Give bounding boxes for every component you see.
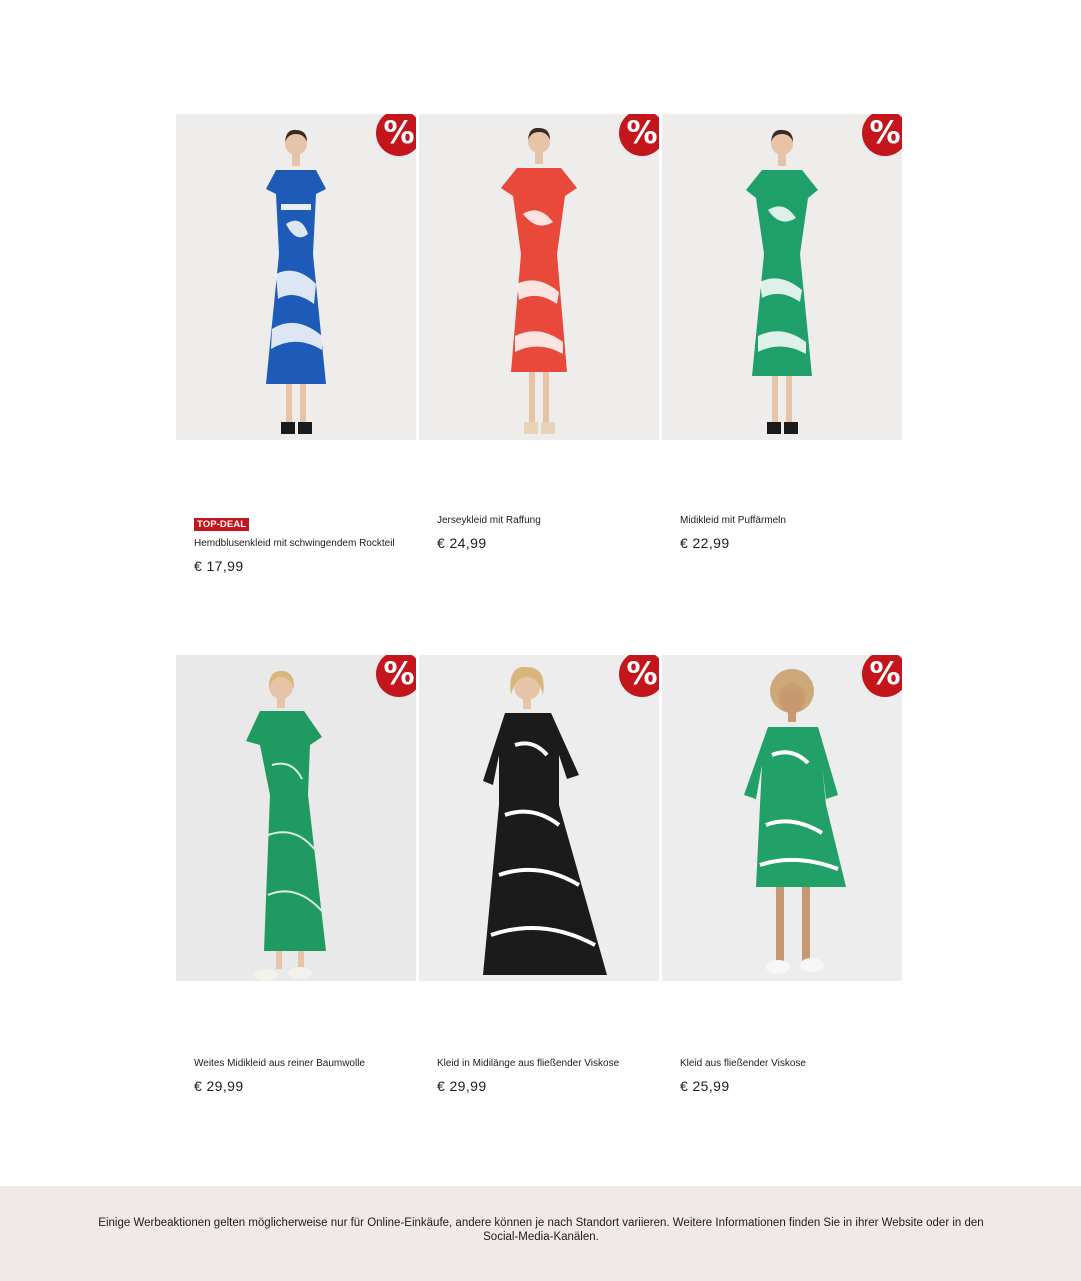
product-info-4[interactable]: Weites Midikleid aus reiner Baumwolle € … <box>194 1057 365 1096</box>
product-price: € 24,99 <box>437 535 487 551</box>
product-price: € 17,99 <box>194 558 244 574</box>
product-info-2[interactable]: Jerseykleid mit Raffung € 24,99 <box>437 514 541 553</box>
product-price: € 22,99 <box>680 535 730 551</box>
product-name[interactable]: Kleid aus fließender Viskose <box>680 1057 806 1071</box>
product-price: € 29,99 <box>437 1078 487 1094</box>
product-card-image-4[interactable]: % <box>176 655 416 981</box>
product-name[interactable]: Midikleid mit Puffärmeln <box>680 514 786 528</box>
top-deal-badge: TOP-DEAL <box>194 518 250 531</box>
product-info-6[interactable]: Kleid aus fließender Viskose € 25,99 <box>680 1057 806 1096</box>
product-name[interactable]: Hemdblusenkleid mit schwingendem Rocktei… <box>194 537 395 551</box>
product-card-image-3[interactable]: % <box>662 114 902 440</box>
product-card-image-1[interactable]: % <box>176 114 416 440</box>
product-card-image-5[interactable]: % <box>419 655 659 981</box>
disclaimer-text: Einige Werbeaktionen gelten möglicherwei… <box>98 1217 984 1243</box>
product-price: € 29,99 <box>194 1078 244 1094</box>
product-name[interactable]: Weites Midikleid aus reiner Baumwolle <box>194 1057 365 1071</box>
product-photo-3 <box>746 129 818 434</box>
product-info-1[interactable]: TOP-DEAL Hemdblusenkleid mit schwingende… <box>194 514 395 576</box>
product-price: € 25,99 <box>680 1078 730 1094</box>
product-card-image-2[interactable]: % <box>419 114 659 440</box>
product-card-image-6[interactable]: % <box>662 655 902 981</box>
product-photo-6 <box>744 669 846 974</box>
product-photo-4 <box>246 671 326 981</box>
product-photo-1 <box>266 129 326 434</box>
product-name[interactable]: Jerseykleid mit Raffung <box>437 514 541 528</box>
product-photo-2 <box>501 127 577 434</box>
product-row-1: % % % <box>176 114 902 440</box>
product-info-5[interactable]: Kleid in Midilänge aus fließender Viskos… <box>437 1057 619 1096</box>
product-name[interactable]: Kleid in Midilänge aus fließender Viskos… <box>437 1057 619 1071</box>
promo-disclaimer-footer: Einige Werbeaktionen gelten möglicherwei… <box>0 1186 1081 1281</box>
product-row-2: % % % <box>176 655 902 981</box>
product-photo-5 <box>483 666 607 975</box>
product-info-3[interactable]: Midikleid mit Puffärmeln € 22,99 <box>680 514 786 553</box>
